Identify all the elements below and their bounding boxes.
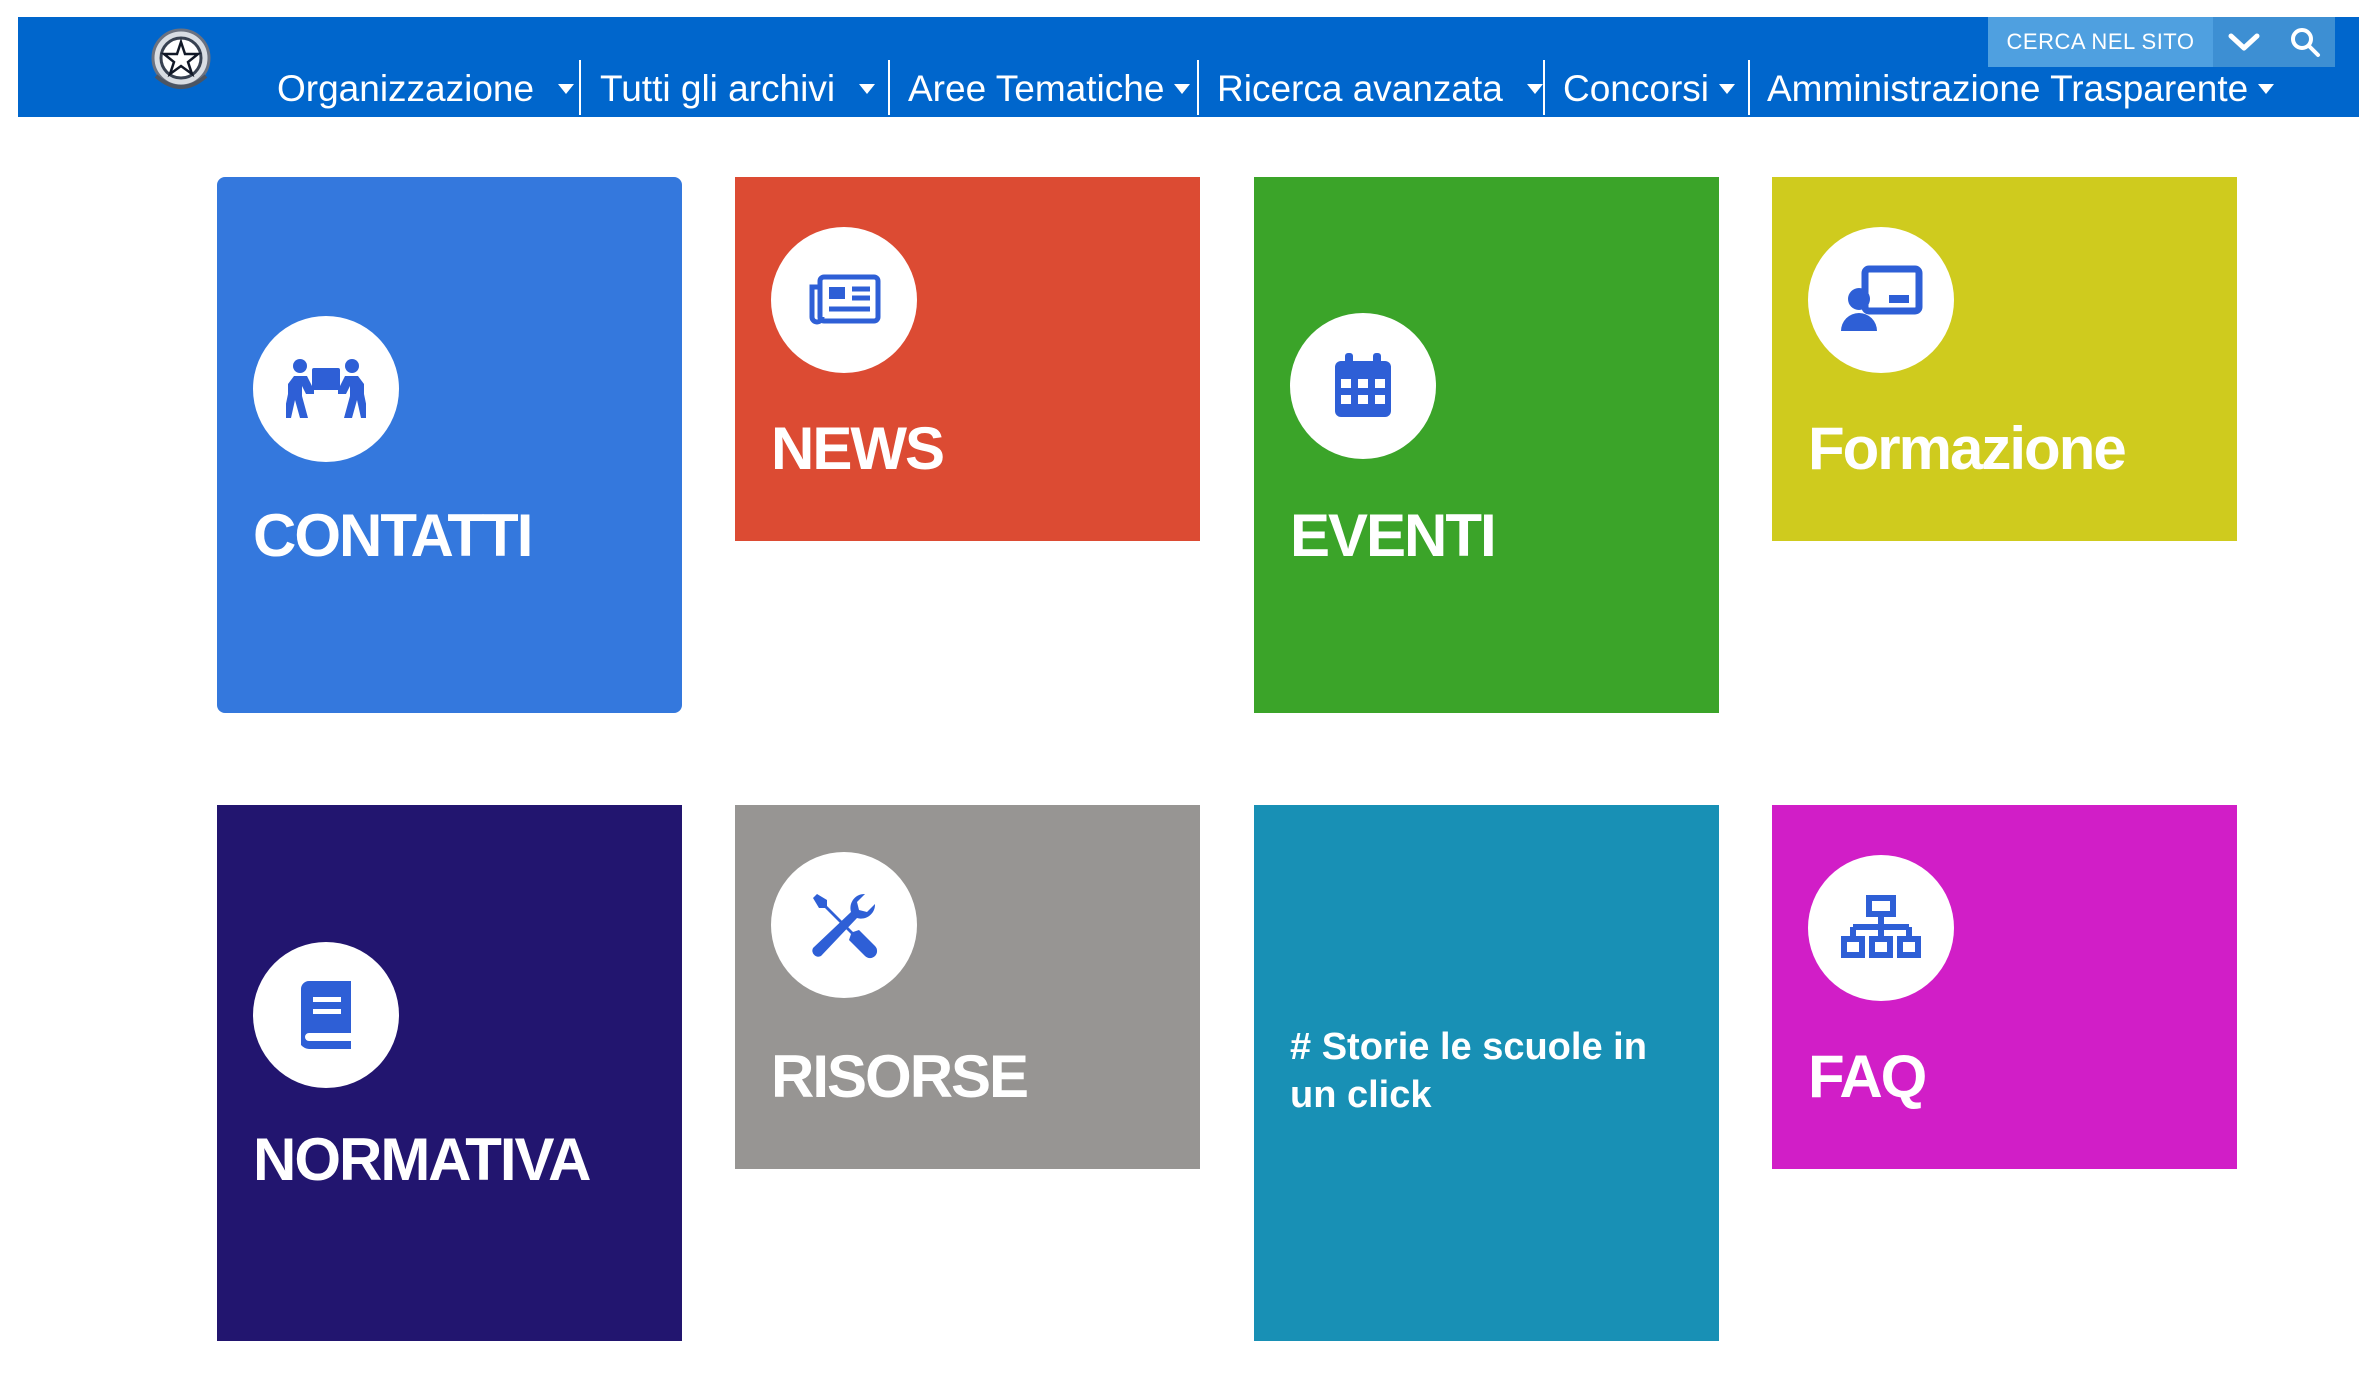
tile-eventi[interactable]: EVENTI (1254, 177, 1719, 713)
sitemap-icon (1841, 895, 1921, 958)
nav-organizzazione[interactable]: Organizzazione (277, 63, 575, 115)
nav-tutti-gli-archivi[interactable]: Tutti gli archivi (600, 63, 876, 115)
nav-organizzazione-label: Organizzazione (277, 68, 535, 109)
republic-emblem-icon[interactable] (148, 24, 214, 96)
caret-down-icon (1174, 84, 1191, 94)
nav-concorsi[interactable]: Concorsi (1563, 63, 1735, 115)
search-button[interactable] (2275, 17, 2335, 67)
tile-label: CONTATTI (253, 502, 533, 569)
nav-tutti-gli-archivi-label: Tutti gli archivi (600, 68, 836, 109)
tile-icon-circle (253, 316, 399, 462)
chevron-down-icon (2228, 33, 2260, 51)
tile-label: # Storie le scuole in un click (1290, 1026, 1647, 1116)
newspaper-icon (809, 274, 881, 325)
tile-icon-circle (771, 227, 917, 373)
tile-formazione[interactable]: Formazione (1772, 177, 2237, 541)
teacher-board-icon (1841, 265, 1923, 331)
caret-down-icon (558, 84, 575, 94)
caret-down-icon (859, 84, 876, 94)
book-icon (301, 981, 351, 1049)
tile-storie-le-scuole[interactable]: # Storie le scuole in un click (1254, 805, 1719, 1341)
nav-divider (579, 60, 581, 115)
nav-ricerca-avanzata-label: Ricerca avanzata (1217, 68, 1503, 109)
tile-icon-circle (771, 852, 917, 998)
nav-ricerca-avanzata[interactable]: Ricerca avanzata (1217, 63, 1543, 115)
tile-label: NEWS (771, 415, 945, 482)
people-carry-icon (286, 359, 366, 418)
nav-amministrazione-trasparente-label: Amministrazione Trasparente (1767, 68, 2249, 109)
tile-icon-circle (1808, 227, 1954, 373)
calendar-icon (1335, 353, 1391, 417)
nav-divider (1197, 60, 1199, 115)
nav-amministrazione-trasparente[interactable]: Amministrazione Trasparente (1767, 63, 2275, 115)
caret-down-icon (1526, 84, 1543, 94)
tile-risorse[interactable]: RISORSE (735, 805, 1200, 1169)
tile-label: Formazione (1808, 415, 2127, 482)
tile-icon-circle (1290, 313, 1436, 459)
tile-normativa[interactable]: NORMATIVA (217, 805, 682, 1341)
nav-aree-tematiche[interactable]: Aree Tematiche (908, 63, 1191, 115)
search-toggle-button[interactable] (2213, 17, 2275, 67)
tile-contatti[interactable]: CONTATTI (217, 177, 682, 713)
tile-label: RISORSE (771, 1043, 1029, 1110)
nav-divider (888, 60, 890, 115)
nav-divider (1543, 60, 1545, 115)
search-site-field[interactable]: CERCA NEL SITO (1988, 17, 2213, 67)
nav-concorsi-label: Concorsi (1563, 68, 1709, 109)
tile-icon-circle (253, 942, 399, 1088)
tools-icon (812, 893, 878, 959)
tile-icon-circle (1808, 855, 1954, 1001)
tile-faq[interactable]: FAQ (1772, 805, 2237, 1169)
caret-down-icon (2258, 84, 2275, 94)
search-icon (2291, 28, 2320, 57)
tile-label: EVENTI (1290, 502, 1497, 569)
tile-news[interactable]: NEWS (735, 177, 1200, 541)
tile-label: FAQ (1808, 1043, 1927, 1110)
nav-divider (1748, 60, 1750, 115)
nav-aree-tematiche-label: Aree Tematiche (908, 68, 1165, 109)
tile-label: NORMATIVA (253, 1126, 591, 1193)
caret-down-icon (1719, 84, 1735, 94)
